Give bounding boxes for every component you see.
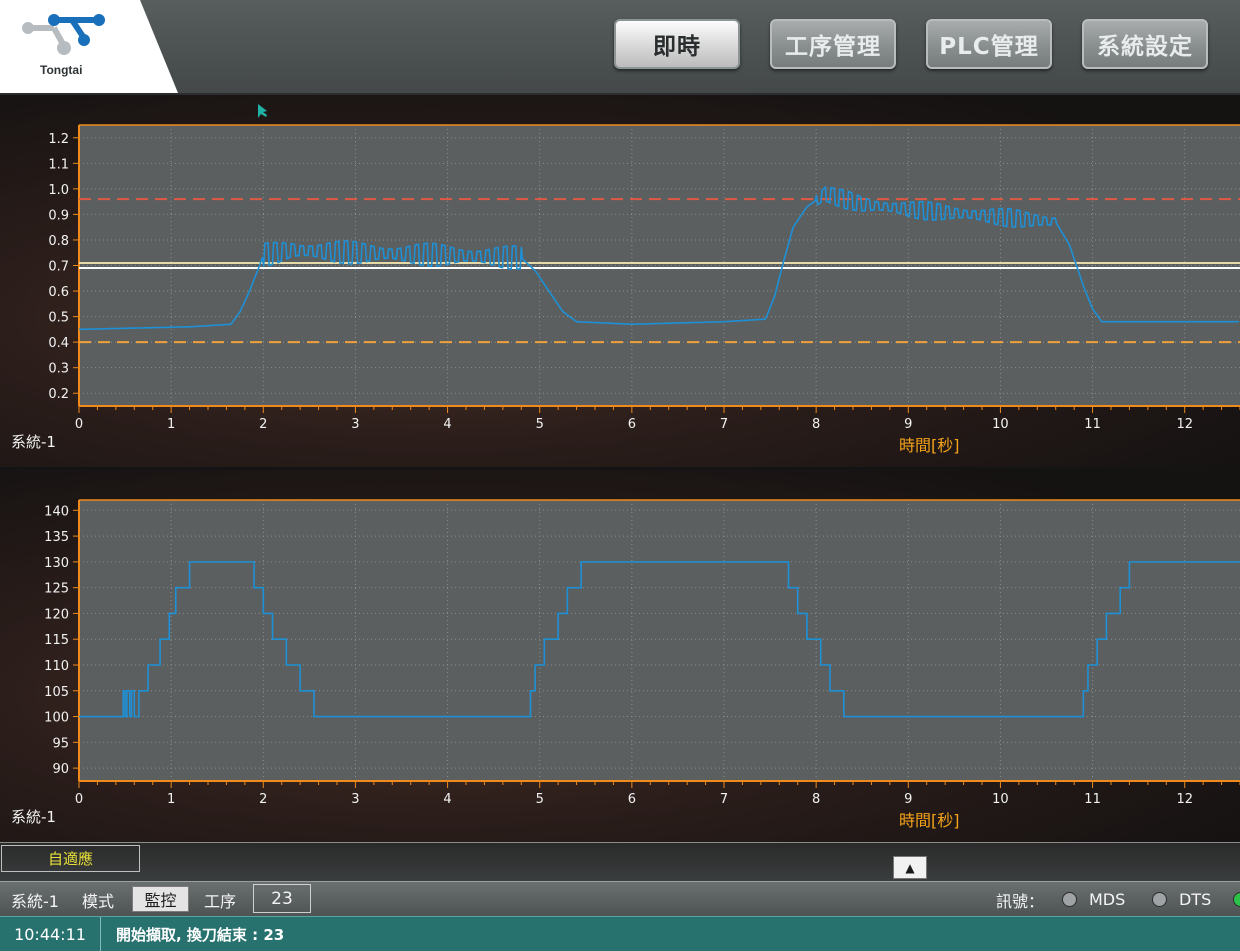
- y-tick-label: 90: [52, 762, 69, 777]
- x-tick-label: 6: [628, 792, 636, 807]
- x-axis-label: 時間[秒]: [899, 811, 960, 830]
- x-tick-label: 1: [167, 417, 175, 432]
- step-label: 工序: [204, 891, 237, 911]
- tongtai-logo-icon: [22, 14, 105, 55]
- x-tick-label: 5: [536, 792, 544, 807]
- x-tick-label: 2: [259, 417, 267, 432]
- speed-chart-panel: 0 1 2 3 4 5 6 7 8 9 10 11 12 90 95 100 105 110 115 120 125 13…: [0, 470, 1240, 842]
- logo-panel: Tongtai: [0, 0, 178, 93]
- y-tick-label: 0.4: [48, 336, 69, 351]
- x-tick-label: 1: [167, 792, 175, 807]
- y-tick-label: 110: [44, 659, 69, 674]
- header-bar: Tongtai 即時 工序管理 PLC管理 系統設定: [0, 0, 1240, 95]
- plot-area: [79, 500, 1240, 781]
- y-tick-label: 130: [44, 556, 69, 571]
- clock-time: 10:44:11: [0, 917, 101, 951]
- speed-chart[interactable]: 0 1 2 3 4 5 6 7 8 9 10 11 12909510010511011512012513…: [0, 470, 1240, 842]
- y-tick-label: 0.6: [48, 285, 69, 300]
- y-tick-label: 120: [44, 607, 69, 622]
- logo-text: Tongtai: [40, 63, 83, 77]
- control-strip: 自適應 ▲: [0, 842, 1240, 881]
- y-tick-label: 0.2: [48, 387, 69, 402]
- y-tick-label: 0.5: [48, 311, 69, 326]
- x-tick-label: 7: [720, 417, 728, 432]
- y-tick-label: 115: [44, 633, 69, 648]
- x-tick-label: 12: [1176, 792, 1193, 807]
- x-tick-label: 6: [628, 417, 636, 432]
- adaptive-mode-label[interactable]: 自適應: [1, 845, 140, 872]
- x-tick-label: 8: [812, 417, 820, 432]
- x-tick-label: 8: [812, 792, 820, 807]
- y-tick-label: 1.2: [48, 132, 69, 147]
- chart-system-label: 系統-1: [11, 433, 56, 451]
- y-tick-label: 140: [44, 504, 69, 519]
- y-tick-label: 105: [44, 685, 69, 700]
- x-tick-label: 0: [75, 417, 83, 432]
- y-tick-label: 0.9: [48, 208, 69, 223]
- tab-plc-management-button[interactable]: PLC管理: [926, 19, 1052, 69]
- status-bar: 系統-1 模式 監控 工序 23 訊號： MDS DTS: [0, 881, 1240, 917]
- x-tick-label: 7: [720, 792, 728, 807]
- chart-system-label: 系統-1: [11, 808, 56, 826]
- x-tick-label: 9: [904, 792, 912, 807]
- y-tick-label: 135: [44, 530, 69, 545]
- mouse-cursor-icon: [258, 104, 267, 118]
- x-tick-label: 11: [1084, 417, 1101, 432]
- mds-label: MDS: [1089, 890, 1126, 909]
- step-value-field: 23: [253, 884, 311, 913]
- message-bar: 10:44:11 開始擷取, 換刀結束 : 23: [0, 916, 1240, 951]
- y-tick-label: 1.1: [48, 157, 69, 172]
- tab-process-management-button[interactable]: 工序管理: [770, 19, 896, 69]
- x-tick-label: 3: [351, 417, 359, 432]
- mode-value-badge: 監控: [132, 886, 189, 912]
- y-tick-label: 0.8: [48, 234, 69, 249]
- x-tick-label: 2: [259, 792, 267, 807]
- x-tick-label: 0: [75, 792, 83, 807]
- dts-label: DTS: [1179, 890, 1212, 909]
- system-label: 系統-1: [11, 891, 59, 911]
- status-message: 開始擷取, 換刀結束 : 23: [116, 925, 285, 944]
- tab-system-settings-button[interactable]: 系統設定: [1082, 19, 1208, 69]
- y-tick-label: 0.3: [48, 362, 69, 377]
- tab-realtime-button[interactable]: 即時: [614, 19, 740, 69]
- signal-label: 訊號：: [996, 891, 1045, 911]
- x-tick-label: 10: [992, 417, 1009, 432]
- x-tick-label: 10: [992, 792, 1009, 807]
- y-tick-label: 125: [44, 582, 69, 597]
- mds-status-indicator-icon: [1062, 892, 1077, 907]
- x-tick-label: 11: [1084, 792, 1101, 807]
- x-tick-label: 4: [443, 417, 451, 432]
- x-tick-label: 12: [1176, 417, 1193, 432]
- load-chart[interactable]: 0 1 2 3 4 5 6 7 8 9 10 11 120.20.30.40.50.60.70.80.9…: [0, 95, 1240, 467]
- y-tick-label: 0.7: [48, 260, 69, 275]
- x-axis-label: 時間[秒]: [899, 436, 960, 455]
- expand-panel-button[interactable]: ▲: [893, 856, 927, 879]
- y-tick-label: 95: [52, 736, 69, 751]
- load-chart-panel: 0 1 2 3 4 5 6 7 8 9 10 11 12 0.2 0.3 0.4 0.5 0.6 0.7 0.8 0.9…: [0, 95, 1240, 467]
- y-tick-label: 1.0: [48, 183, 69, 198]
- mode-label: 模式: [82, 891, 115, 911]
- x-tick-label: 4: [443, 792, 451, 807]
- x-tick-label: 3: [351, 792, 359, 807]
- y-tick-label: 100: [44, 711, 69, 726]
- dts-status-indicator-icon: [1152, 892, 1167, 907]
- third-status-indicator-icon: [1233, 892, 1240, 907]
- x-tick-label: 9: [904, 417, 912, 432]
- x-tick-label: 5: [536, 417, 544, 432]
